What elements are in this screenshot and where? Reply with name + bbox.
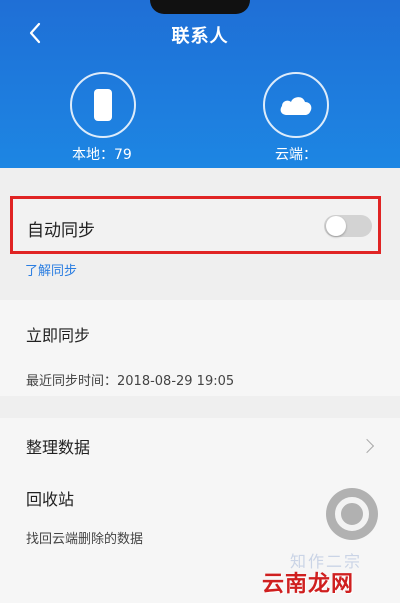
learn-sync-link[interactable]: 了解同步 — [25, 260, 77, 279]
auto-sync-row[interactable]: 自动同步 — [10, 196, 381, 254]
cloud-icon — [280, 97, 312, 115]
recycle-bin-title: 回收站 — [26, 490, 75, 509]
screen-notch — [150, 0, 250, 14]
chevron-right-icon — [359, 438, 375, 454]
floating-assist-icon — [335, 497, 369, 531]
page-title: 联系人 — [171, 26, 229, 47]
sync-now-title: 立即同步 — [26, 326, 91, 345]
last-sync-time: 最近同步时间：2018-08-29 19:05 — [26, 374, 235, 389]
cloud-count-label: 云端： — [275, 147, 317, 163]
site-watermark: 云南龙网 — [262, 572, 355, 597]
cloud-contacts-button[interactable] — [263, 72, 329, 138]
local-contacts-button[interactable] — [70, 72, 136, 138]
organize-data-row[interactable]: 整理数据 — [0, 418, 400, 474]
toggle-knob — [326, 216, 346, 236]
contacts-screen: 联系人 本地：79 云端： 自动同步 了解同步 立即同步 最近同步时间：2018… — [0, 0, 400, 603]
sync-now-card[interactable]: 立即同步 最近同步时间：2018-08-29 19:05 — [0, 300, 400, 396]
auto-sync-toggle[interactable] — [324, 215, 372, 237]
organize-data-title: 整理数据 — [26, 438, 91, 457]
recycle-bin-subtitle: 找回云端删除的数据 — [26, 532, 144, 547]
floating-assist-button[interactable] — [326, 488, 378, 540]
header: 联系人 本地：79 云端： — [0, 0, 400, 168]
auto-sync-label: 自动同步 — [27, 221, 95, 241]
phone-icon — [94, 89, 112, 121]
local-count-label: 本地：79 — [72, 147, 132, 163]
